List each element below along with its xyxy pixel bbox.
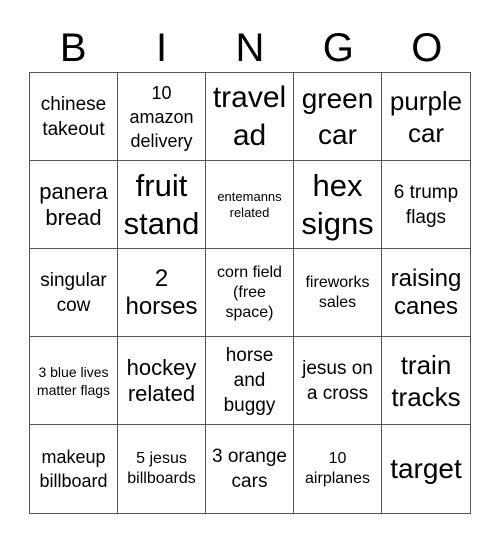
bingo-header: B I N G O xyxy=(29,24,471,72)
bingo-cell[interactable]: panera bread xyxy=(30,161,118,249)
bingo-cell[interactable]: 3 blue lives matter flags xyxy=(30,337,118,425)
header-letter-i: I xyxy=(156,26,168,70)
cell-text: corn field (free space) xyxy=(217,263,282,321)
cell-text: travel ad xyxy=(212,80,287,152)
cell-text: horse and buggy xyxy=(223,345,276,416)
bingo-cell[interactable]: fireworks sales xyxy=(294,249,382,337)
cell-text: singular cow xyxy=(40,269,107,316)
bingo-cell[interactable]: purple car xyxy=(382,73,470,161)
cell-text: 2 horses xyxy=(125,264,198,320)
bingo-cell[interactable]: singular cow xyxy=(30,249,118,337)
bingo-cell[interactable]: fruit stand xyxy=(118,161,206,249)
bingo-cell[interactable]: 3 orange cars xyxy=(206,425,294,513)
cell-text: train tracks xyxy=(391,349,461,412)
bingo-cell[interactable]: horse and buggy xyxy=(206,337,294,425)
bingo-cell[interactable]: 6 trump flags xyxy=(382,161,470,249)
header-letter-n: N xyxy=(235,26,265,70)
cell-text: raising canes xyxy=(390,264,462,320)
cell-text: fireworks sales xyxy=(305,273,370,311)
bingo-cell[interactable]: raising canes xyxy=(382,249,470,337)
bingo-cell[interactable]: entemanns related xyxy=(206,161,294,249)
header-letter-b: B xyxy=(59,26,87,70)
cell-text: target xyxy=(390,453,462,484)
header-letter-o: O xyxy=(411,26,443,70)
bingo-cell[interactable]: travel ad xyxy=(206,73,294,161)
cell-text: green car xyxy=(301,82,374,150)
cell-text: fruit stand xyxy=(123,167,200,241)
cell-text: entemanns related xyxy=(217,188,282,220)
cell-text: chinese takeout xyxy=(40,93,107,140)
bingo-cell[interactable]: 10 amazon delivery xyxy=(118,73,206,161)
bingo-cell[interactable]: 2 horses xyxy=(118,249,206,337)
bingo-board: chinese takeout 10 amazon delivery trave… xyxy=(29,72,471,514)
bingo-cell[interactable]: makeup billboard xyxy=(30,425,118,513)
header-letter-g: G xyxy=(322,26,354,70)
cell-text: jesus on a cross xyxy=(302,357,373,404)
cell-text: hockey related xyxy=(126,354,197,406)
cell-text: 10 airplanes xyxy=(305,450,370,487)
bingo-cell[interactable]: train tracks xyxy=(382,337,470,425)
cell-text: 3 blue lives matter flags xyxy=(36,363,111,398)
bingo-cell[interactable]: green car xyxy=(294,73,382,161)
cell-text: purple car xyxy=(389,85,463,148)
cell-text: 6 trump flags xyxy=(393,181,459,228)
bingo-cell[interactable]: hockey related xyxy=(118,337,206,425)
cell-text: hex signs xyxy=(301,167,374,241)
bingo-cell[interactable]: 5 jesus billboards xyxy=(118,425,206,513)
cell-text: makeup billboard xyxy=(39,447,108,491)
bingo-cell[interactable]: target xyxy=(382,425,470,513)
cell-text: 10 amazon delivery xyxy=(129,82,194,151)
free-space-cell[interactable]: corn field (free space) xyxy=(206,249,294,337)
bingo-cell[interactable]: chinese takeout xyxy=(30,73,118,161)
cell-text: 3 orange cars xyxy=(211,446,287,492)
cell-text: panera bread xyxy=(39,178,108,230)
bingo-cell[interactable]: 10 airplanes xyxy=(294,425,382,513)
bingo-cell[interactable]: hex signs xyxy=(294,161,382,249)
bingo-cell[interactable]: jesus on a cross xyxy=(294,337,382,425)
cell-text: 5 jesus billboards xyxy=(127,450,196,487)
